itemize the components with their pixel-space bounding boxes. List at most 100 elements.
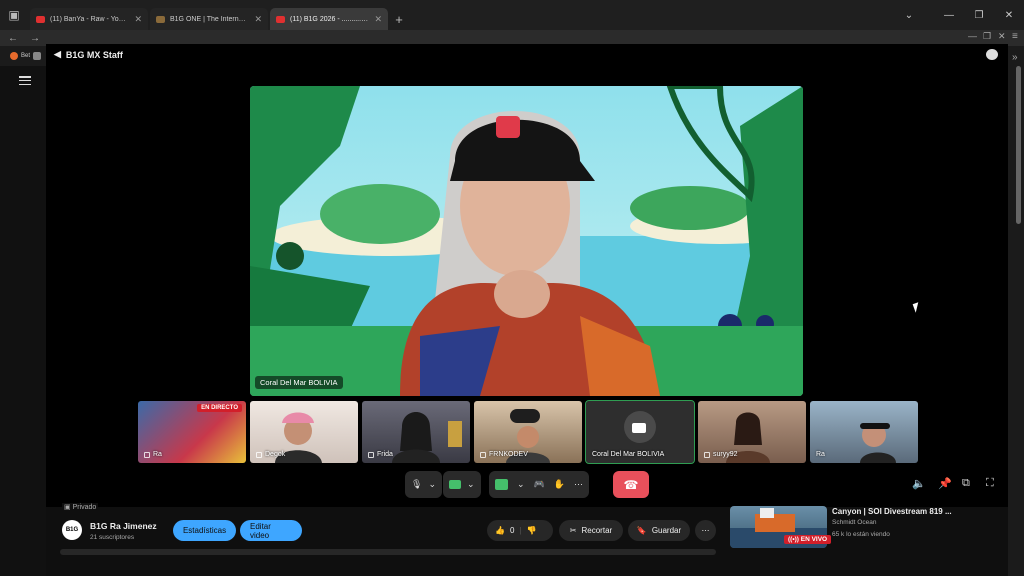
bookmark-icon: [10, 52, 18, 60]
stats-button[interactable]: Estadísticas: [173, 520, 236, 541]
participant-tile[interactable]: Frida: [362, 401, 470, 463]
participant-tile[interactable]: suryy92: [698, 401, 806, 463]
participant-name: Frida: [377, 451, 393, 458]
fullscreen-icon[interactable]: ⛶: [986, 477, 994, 490]
close-tab-icon[interactable]: ✕: [134, 14, 142, 25]
present-screen-icon[interactable]: [495, 479, 508, 490]
participant-name: Ra: [153, 451, 162, 458]
thumbs-up-icon[interactable]: 👍: [495, 526, 505, 535]
youtube-icon: [276, 15, 285, 23]
bookmark-icon[interactable]: [33, 52, 42, 60]
browser-tab-active[interactable]: (11) B1G 2026 - ................. ✕: [270, 8, 388, 30]
chevron-down-icon[interactable]: ⌄: [428, 479, 436, 490]
participant-strip: EN DIRECTO Ra Degok Frida FRNKODEV Coral…: [138, 400, 918, 464]
hamburger-menu-icon[interactable]: [19, 76, 31, 85]
new-tab-icon[interactable]: +: [388, 8, 410, 30]
close-tab-icon[interactable]: ✕: [254, 14, 262, 25]
youtube-left-strip: [0, 66, 46, 576]
meeting-title: ◀ B1G MX Staff: [54, 49, 123, 60]
actions-control-group: ⌄ 🎮 ✋ ⋯: [489, 471, 589, 498]
divider: |: [519, 526, 522, 535]
thumbs-down-icon[interactable]: 👎: [527, 526, 537, 535]
tab-list-chevron-icon[interactable]: ⌄: [894, 10, 924, 21]
participant-label: Coral Del Mar BOLIVIA: [592, 451, 664, 458]
forward-arrow-icon[interactable]: →: [30, 33, 40, 44]
participant-tile[interactable]: FRNKODEV: [474, 401, 582, 463]
pin-icon[interactable]: 📌: [938, 477, 952, 490]
menu-icon[interactable]: ≡: [1012, 31, 1018, 42]
pip-close-icon[interactable]: ✕: [998, 31, 1006, 42]
participant-name: Ra: [816, 451, 825, 458]
bookmarks-bar: Bet: [0, 46, 46, 66]
hang-up-button[interactable]: ☎: [613, 471, 649, 498]
participant-label: Frida: [368, 451, 393, 458]
browser-tab[interactable]: (11) BanYa - Raw - YouTube ✕: [30, 8, 148, 30]
clip-button[interactable]: ✂ Recortar: [559, 520, 623, 541]
participant-tile[interactable]: EN DIRECTO Ra: [138, 401, 246, 463]
mic-muted-icon: [368, 451, 374, 458]
participant-label: Degok: [256, 451, 285, 458]
expand-sidebar-icon[interactable]: »: [1012, 52, 1018, 63]
recommended-viewers: 65 k lo están viendo: [832, 531, 890, 538]
browser-tab-bar: ▣ (11) BanYa - Raw - YouTube ✕ B1G ONE |…: [0, 0, 1024, 30]
mic-control-group: 🎙 ⌄: [405, 471, 442, 498]
close-window-icon[interactable]: ✕: [994, 10, 1024, 21]
gamepad-icon[interactable]: 🎮: [534, 479, 545, 490]
pip-minimize-icon[interactable]: —: [968, 31, 977, 41]
tab-title: (11) B1G 2026 - .................: [290, 15, 370, 23]
participant-tile[interactable]: Ra: [810, 401, 918, 463]
camera-icon[interactable]: [449, 480, 461, 489]
participant-tile[interactable]: Degok: [250, 401, 358, 463]
like-count: 0: [509, 526, 515, 535]
restore-icon[interactable]: ❐: [964, 10, 994, 21]
camera-control-group: ⌄: [443, 471, 481, 498]
participant-tile-self[interactable]: Coral Del Mar BOLIVIA: [585, 400, 695, 464]
privacy-text: Privado: [72, 504, 97, 511]
participant-name: Coral Del Mar BOLIVIA: [592, 451, 665, 458]
bookmark-icon: 🔖: [636, 526, 647, 535]
phone-hangup-icon: ☎: [623, 477, 639, 492]
channel-name[interactable]: B1G Ra Jimenez: [90, 521, 157, 531]
channel-avatar[interactable]: B1G: [62, 520, 82, 540]
edit-video-button[interactable]: Editar video: [240, 520, 302, 541]
pip-restore-icon[interactable]: ❐: [983, 31, 991, 42]
speaker-name-tag: Coral Del Mar BOLIVIA: [255, 376, 343, 389]
participant-name: Degok: [265, 451, 286, 458]
chevron-down-icon[interactable]: ⌄: [467, 479, 475, 490]
participant-name: FRNKODEV: [489, 451, 528, 458]
browser-tab[interactable]: B1G ONE | The International Pu ✕: [150, 8, 268, 30]
screen-share-icon: [144, 451, 150, 458]
meeting-title-text: B1G MX Staff: [65, 49, 123, 60]
microphone-icon[interactable]: 🎙: [411, 479, 422, 490]
window-controls: ⌄ — ❐ ✕: [894, 0, 1024, 30]
more-options-icon[interactable]: ⋯: [574, 479, 583, 490]
chevron-down-icon[interactable]: ⌄: [517, 479, 525, 490]
scrollbar-thumb[interactable]: [1016, 66, 1021, 224]
participant-video: [860, 423, 896, 463]
close-tab-icon[interactable]: ✕: [374, 14, 382, 25]
chat-icon[interactable]: [986, 49, 998, 60]
main-speaker-video[interactable]: [250, 86, 803, 396]
popout-icon[interactable]: ⧉: [962, 477, 970, 490]
tab-search-icon[interactable]: ▣: [0, 0, 28, 30]
site-favicon-icon: [156, 15, 165, 23]
action-controls: ⌄ 🎮 ✋ ⋯: [489, 471, 589, 498]
participant-label: Ra: [144, 451, 162, 458]
mic-control[interactable]: 🎙 ⌄: [405, 471, 442, 498]
back-arrow-icon[interactable]: ←: [8, 33, 18, 44]
youtube-video-details: [46, 507, 1008, 576]
more-actions-button[interactable]: ⋯: [695, 520, 716, 541]
camera-control[interactable]: ⌄: [443, 471, 481, 498]
recommended-video-title[interactable]: Canyon | SOI Divestream 819 ...: [832, 507, 952, 516]
live-badge: ((•)) EN VIVO: [784, 535, 832, 544]
volume-icon[interactable]: 🔈: [912, 477, 926, 490]
recommended-channel[interactable]: Schmidt Ocean: [832, 519, 876, 526]
live-label: EN VIVO: [800, 536, 828, 543]
minimize-icon[interactable]: —: [934, 10, 964, 21]
save-button[interactable]: 🔖 Guardar: [628, 520, 690, 541]
more-options-icon: ⋯: [701, 526, 710, 535]
bookmark-label[interactable]: Bet: [21, 53, 30, 59]
reactions-icon[interactable]: ✋: [554, 479, 565, 490]
scissors-icon: ✂: [569, 526, 577, 535]
participant-name: suryy92: [713, 451, 738, 458]
